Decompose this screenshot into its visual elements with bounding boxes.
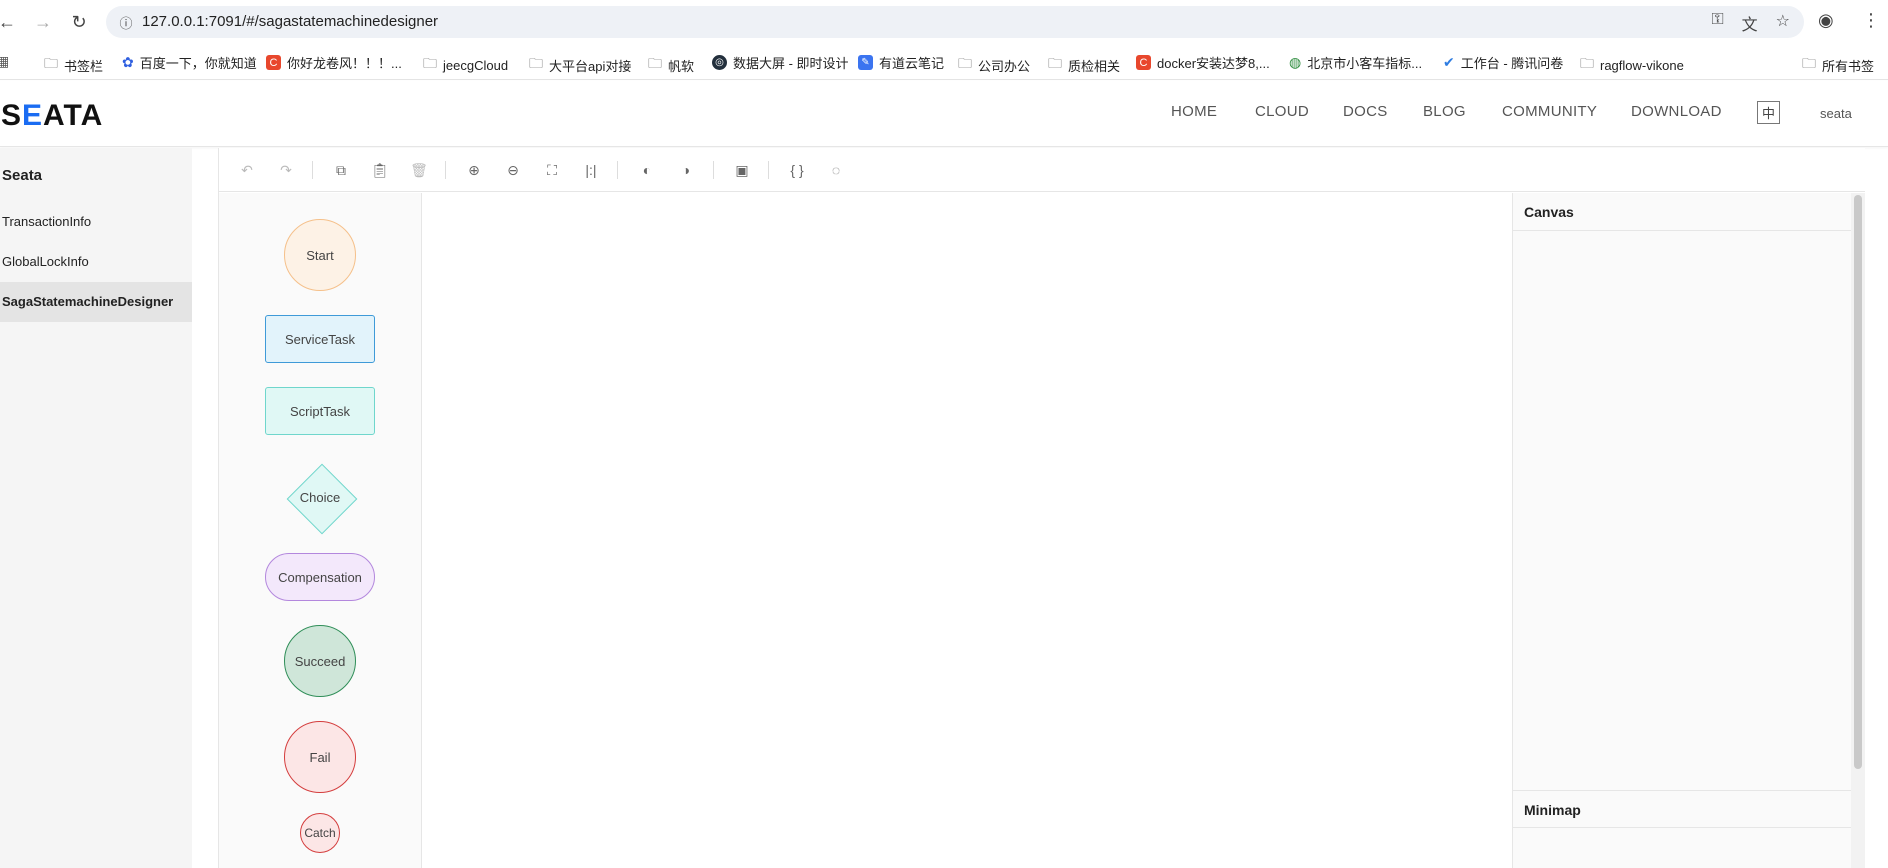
panel-scrollbar[interactable]	[1851, 193, 1865, 868]
bookmark-item[interactable]: 🗀 帆软	[648, 53, 694, 77]
url-text[interactable]: 127.0.0.1:7091/#/sagastatemachinedesigne…	[142, 13, 438, 30]
catch-node[interactable]: Catch	[300, 813, 340, 853]
fail-node[interactable]: Fail	[284, 721, 356, 793]
toolbar-divider	[713, 161, 714, 179]
key-icon[interactable]: ⚿	[1711, 11, 1723, 35]
bookmark-item[interactable]: C 你好龙卷风！！！...	[266, 53, 402, 72]
address-bar[interactable]: ⓘ 127.0.0.1:7091/#/sagastatemachinedesig…	[106, 6, 1804, 38]
choice-label: Choice	[299, 489, 341, 505]
canvas-panel-title: Canvas	[1513, 193, 1853, 231]
zoom-out-icon[interactable]: ⊖	[503, 160, 523, 180]
toolbar-divider	[617, 161, 618, 179]
saga-designer: ↶ ↷ ⧉ 📋︎ 🗑︎ ⊕ ⊖ ⛶ |:| ◐ ◑ ▣ { } ◌ Start …	[218, 148, 1865, 868]
bookmark-item[interactable]: 🗀 大平台api对接	[529, 53, 631, 77]
item-panel: Start ServiceTask ScriptTask Choice Comp…	[219, 193, 422, 868]
export-image-icon[interactable]: ▣	[732, 160, 752, 180]
folder-icon: 🗀	[423, 55, 437, 71]
folder-icon: 🗀	[529, 55, 543, 71]
actual-size-icon[interactable]: |:|	[581, 160, 601, 180]
toolbar-divider	[312, 161, 313, 179]
nav-community[interactable]: COMMUNITY	[1502, 103, 1597, 120]
profile-icon[interactable]: ◉	[1818, 10, 1834, 31]
bookmark-item[interactable]: 🗀 jeecgCloud	[423, 53, 508, 77]
check-icon: ✔	[1443, 54, 1455, 70]
folder-icon: 🗀	[44, 55, 58, 71]
bookmark-item[interactable]: 🗀 所有书签	[1802, 53, 1874, 77]
star-icon[interactable]: ☆	[1776, 11, 1790, 35]
bookmark-item[interactable]: ✎ 有道云笔记	[858, 53, 944, 72]
app-header: SEATA HOME CLOUD DOCS BLOG COMMUNITY DOW…	[0, 81, 1888, 147]
design-icon: ◎	[712, 55, 727, 70]
choice-node[interactable]: Choice	[281, 458, 359, 536]
nav-download[interactable]: DOWNLOAD	[1631, 103, 1722, 120]
language-switch-button[interactable]: 中	[1757, 101, 1780, 124]
sidebar-item-sagastatemachinedesigner[interactable]: SagaStatemachineDesigner	[0, 282, 192, 322]
folder-icon: 🗀	[1048, 55, 1062, 71]
c-icon: C	[266, 55, 281, 70]
back-icon[interactable]: ←	[0, 11, 18, 33]
bookmark-item[interactable]: ◍ 北京市小客车指标...	[1289, 53, 1422, 72]
site-info-icon[interactable]: ⓘ	[116, 12, 136, 32]
bookmark-item[interactable]: 🗀 公司办公	[958, 53, 1030, 77]
folder-icon: 🗀	[648, 55, 662, 71]
service-task-node[interactable]: ServiceTask	[265, 315, 375, 363]
bookmark-item[interactable]: 🗀 ragflow-vikone	[1580, 53, 1684, 77]
folder-icon: 🗀	[958, 55, 972, 71]
send-back-icon[interactable]: ◑	[676, 160, 696, 180]
sidebar: Seata TransactionInfo GlobalLockInfo Sag…	[0, 148, 192, 868]
translate-icon[interactable]: 文	[1742, 11, 1758, 35]
bookmark-item[interactable]: 🗀 书签栏	[44, 53, 103, 77]
bookmark-item[interactable]: ✿ 百度一下，你就知道	[122, 53, 257, 72]
menu-icon[interactable]: ⋮	[1862, 10, 1880, 31]
nav-home[interactable]: HOME	[1171, 103, 1217, 120]
scrollbar-thumb[interactable]	[1854, 195, 1862, 769]
start-node[interactable]: Start	[284, 219, 356, 291]
copy-icon[interactable]: ⧉	[331, 160, 351, 180]
forward-icon[interactable]: →	[32, 11, 54, 33]
bookmark-item[interactable]: ◎ 数据大屏 - 即时设计	[712, 53, 849, 72]
sidebar-item-transactioninfo[interactable]: TransactionInfo	[0, 202, 192, 242]
folder-icon: 🗀	[1580, 55, 1594, 71]
minimap-panel-title: Minimap	[1513, 790, 1853, 828]
paw-icon: ✿	[122, 54, 134, 70]
fit-view-icon[interactable]: ⛶	[542, 160, 562, 180]
sidebar-item-globallockinfo[interactable]: GlobalLockInfo	[0, 242, 192, 282]
bring-front-icon[interactable]: ◐	[637, 160, 657, 180]
reload-icon[interactable]: ↻	[68, 11, 90, 33]
seata-logo[interactable]: SEATA	[1, 99, 103, 133]
bookmark-item[interactable]: Cdocker安装达梦8,...	[1136, 53, 1270, 72]
nav-docs[interactable]: DOCS	[1343, 103, 1388, 120]
nav-blog[interactable]: BLOG	[1423, 103, 1466, 120]
bookmark-item[interactable]: 🗀 质检相关	[1048, 53, 1120, 77]
json-icon[interactable]: { }	[787, 160, 807, 180]
note-icon: ✎	[858, 55, 873, 70]
succeed-node[interactable]: Succeed	[284, 625, 356, 697]
design-canvas[interactable]	[422, 193, 1512, 868]
designer-toolbar: ↶ ↷ ⧉ 📋︎ 🗑︎ ⊕ ⊖ ⛶ |:| ◐ ◑ ▣ { } ◌	[219, 148, 1865, 192]
globe-icon: ◍	[1289, 54, 1302, 70]
nav-cloud[interactable]: CLOUD	[1255, 103, 1309, 120]
apps-icon[interactable]: ▦	[0, 53, 9, 70]
toolbar-divider	[768, 161, 769, 179]
redo-icon[interactable]: ↷	[276, 160, 296, 180]
script-task-node[interactable]: ScriptTask	[265, 387, 375, 435]
bookmark-item[interactable]: ✔ 工作台 - 腾讯问卷	[1443, 53, 1563, 72]
folder-icon: 🗀	[1802, 55, 1816, 71]
zoom-in-icon[interactable]: ⊕	[464, 160, 484, 180]
c-icon: C	[1136, 55, 1151, 70]
toolbar-divider	[445, 161, 446, 179]
browser-toolbar: ← → ↻ ⓘ 127.0.0.1:7091/#/sagastatemachin…	[0, 0, 1888, 44]
delete-icon[interactable]: 🗑︎	[409, 160, 429, 180]
sidebar-title: Seata	[2, 167, 43, 184]
undo-icon[interactable]: ↶	[237, 160, 257, 180]
bookmarks-bar: ▦ 🗀 书签栏 ✿ 百度一下，你就知道 C 你好龙卷风！！！... 🗀 jeecgClo…	[0, 44, 1888, 80]
paste-icon[interactable]: 📋︎	[370, 160, 390, 180]
user-name[interactable]: seata	[1820, 106, 1852, 121]
detail-panel: Canvas Minimap	[1512, 193, 1865, 868]
compensation-node[interactable]: Compensation	[265, 553, 375, 601]
theme-icon[interactable]: ◌	[826, 160, 846, 180]
